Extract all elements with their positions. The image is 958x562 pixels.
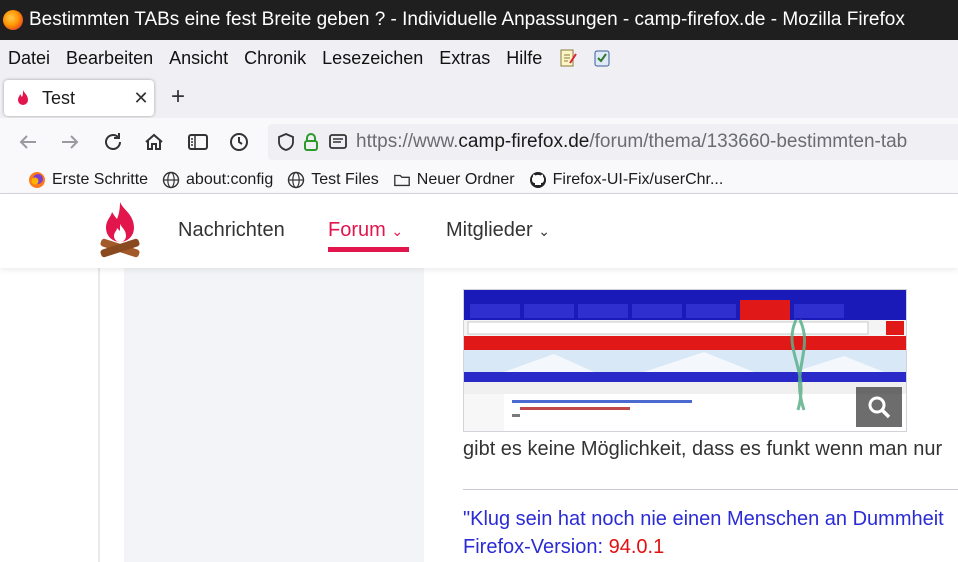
nav-mitglieder[interactable]: Mitglieder ⌄ [446, 219, 550, 242]
menu-chronik[interactable]: Chronik [244, 48, 306, 69]
active-nav-underline [328, 247, 409, 252]
chevron-down-icon: ⌄ [391, 223, 404, 239]
sidebar-toggle-icon[interactable] [186, 130, 210, 154]
chevron-down-icon: ⌄ [538, 223, 550, 239]
firefox-icon [28, 171, 46, 189]
menu-bar: Datei Bearbeiten Ansicht Chronik Lesezei… [0, 40, 958, 76]
embedded-screenshot-thumbnail[interactable] [463, 289, 907, 432]
bookmark-folder-neuer-ordner[interactable]: Neuer Ordner [393, 171, 515, 189]
tab-strip: Test ✕ + [0, 76, 958, 118]
nav-nachrichten[interactable]: Nachrichten [178, 219, 285, 242]
tab-label: Test [42, 87, 76, 108]
bookmark-about-config[interactable]: about:config [162, 171, 273, 189]
version-value: 94.0.1 [608, 536, 665, 558]
bookmark-label: Erste Schritte [52, 170, 149, 188]
signature-divider [463, 489, 958, 490]
window-titlebar: Bestimmten TABs eine fest Breite geben ?… [0, 0, 958, 40]
reader-view-icon[interactable] [328, 132, 348, 152]
lock-icon[interactable] [302, 132, 320, 152]
url-bar[interactable]: https://www.camp-firefox.de/forum/thema/… [268, 124, 958, 160]
back-arrow-icon[interactable] [16, 130, 40, 154]
menu-datei[interactable]: Datei [8, 48, 50, 69]
bookmark-test-files[interactable]: Test Files [287, 171, 379, 189]
bookmark-label: Test Files [311, 170, 379, 188]
menu-bearbeiten[interactable]: Bearbeiten [66, 48, 153, 69]
site-header: Nachrichten Forum ⌄ Mitglieder ⌄ [0, 194, 958, 268]
post-author-sidebar [124, 268, 424, 562]
sidebar-divider [98, 268, 100, 562]
github-icon [529, 171, 547, 189]
tracking-shield-icon[interactable] [276, 132, 296, 152]
flame-favicon-icon [18, 90, 28, 105]
bookmark-label: about:config [186, 170, 274, 188]
bookmark-label: Neuer Ordner [416, 170, 515, 188]
globe-icon [162, 171, 180, 189]
notepad-icon[interactable] [558, 48, 578, 68]
reload-icon[interactable] [101, 130, 125, 154]
version-label: Firefox-Version: [463, 536, 604, 558]
home-icon[interactable] [142, 130, 166, 154]
zoom-magnifier-icon[interactable] [856, 387, 902, 427]
bookmark-firefox-ui-fix[interactable]: Firefox-UI-Fix/userChr... [529, 170, 724, 189]
folder-icon [393, 171, 411, 189]
bookmark-erste-schritte[interactable]: Erste Schritte [28, 171, 148, 189]
signature-version: Firefox-Version: 94.0.1 [463, 536, 664, 559]
bookmark-label: Firefox-UI-Fix/userChr... [552, 170, 724, 188]
url-text[interactable]: https://www.camp-firefox.de/forum/thema/… [356, 131, 907, 153]
tab-test[interactable]: Test ✕ [4, 80, 154, 116]
globe-icon [287, 171, 305, 189]
campfire-logo-icon[interactable] [98, 200, 142, 262]
screenshot-image [464, 290, 906, 431]
menu-ansicht[interactable]: Ansicht [169, 48, 228, 69]
post-body-text: gibt es keine Möglichkeit, dass es funkt… [463, 438, 943, 460]
forward-arrow-icon[interactable] [58, 130, 82, 154]
checklist-icon[interactable] [592, 48, 612, 68]
bookmarks-toolbar: Erste Schritte about:config Test Files N… [0, 166, 958, 194]
tab-close-icon[interactable]: ✕ [128, 88, 154, 109]
firefox-app-icon [3, 10, 23, 30]
window-title: Bestimmten TABs eine fest Breite geben ?… [29, 9, 905, 30]
history-clock-icon[interactable] [227, 130, 251, 154]
page-content: gibt es keine Möglichkeit, dass es funkt… [0, 268, 958, 562]
navigation-toolbar: https://www.camp-firefox.de/forum/thema/… [0, 118, 958, 166]
menu-lesezeichen[interactable]: Lesezeichen [322, 48, 423, 69]
menu-hilfe[interactable]: Hilfe [506, 48, 542, 69]
nav-forum[interactable]: Forum ⌄ [328, 219, 403, 242]
signature-quote: "Klug sein hat noch nie einen Menschen a… [463, 508, 944, 530]
menu-extras[interactable]: Extras [439, 48, 490, 69]
new-tab-plus-icon[interactable]: + [166, 84, 190, 112]
